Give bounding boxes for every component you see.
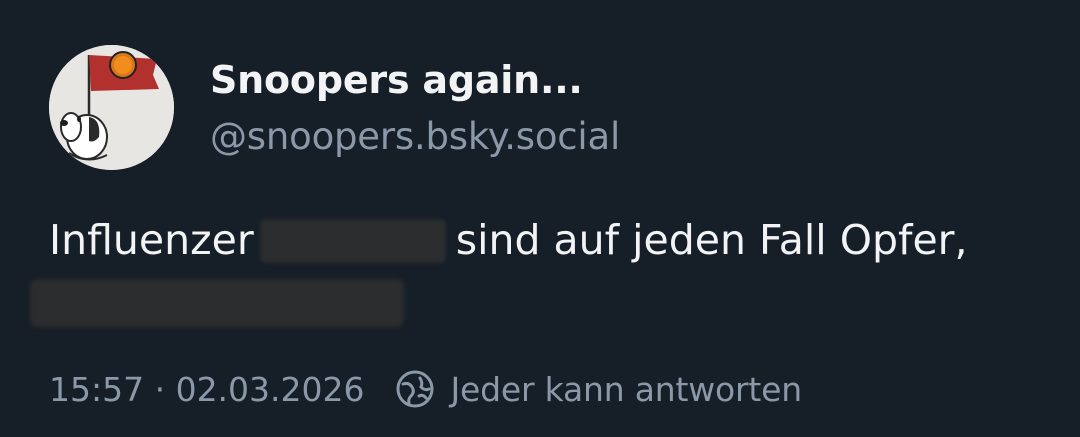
post-timestamp[interactable]: 15:57 · 02.03.2026: [49, 370, 365, 409]
post-thread-item: Snoopers again... @snoopers.bsky.social …: [0, 0, 1080, 437]
post-text-part-2: sind auf jeden Fall Opfer,: [455, 216, 968, 264]
post-meta-row: 15:57 · 02.03.2026 Jeder kann antworten: [49, 364, 802, 414]
post-text-part-1: Influenzer: [49, 216, 254, 264]
globe-icon: [396, 370, 434, 408]
redaction-bar-line-2: [30, 279, 404, 327]
avatar[interactable]: [49, 45, 174, 170]
author-display-name[interactable]: Snoopers again...: [210, 58, 583, 102]
reply-setting-label[interactable]: Jeder kann antworten: [451, 370, 803, 409]
redaction-bar: [259, 219, 446, 263]
author-handle[interactable]: @snoopers.bsky.social: [210, 115, 620, 158]
post-text: Influenzer sind auf jeden Fall Opfer,: [49, 214, 968, 266]
snoopy-flag-avatar-icon: [49, 45, 174, 170]
